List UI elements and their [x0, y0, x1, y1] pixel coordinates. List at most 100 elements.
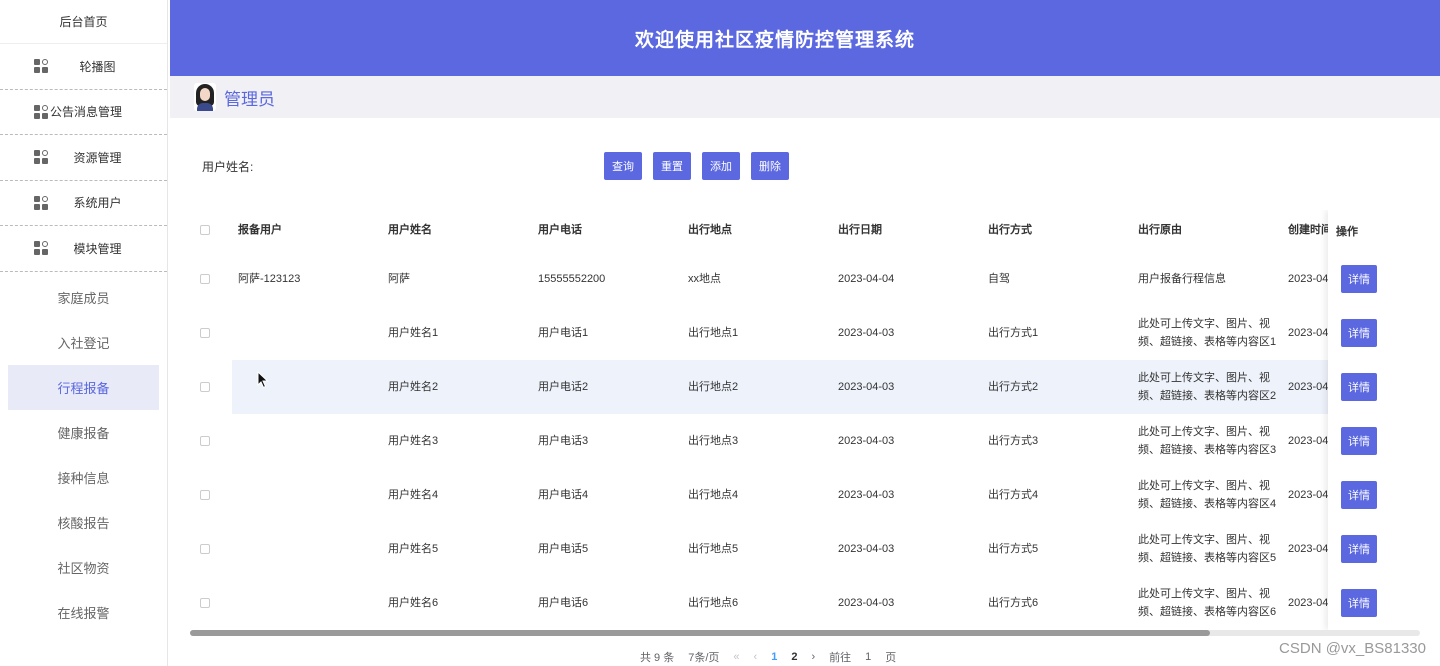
- user-avatar[interactable]: [194, 83, 216, 111]
- reset-button[interactable]: 重置: [653, 152, 691, 180]
- reason-line-1: 此处可上传文字、图片、视: [1138, 426, 1270, 438]
- cell-created: 2023-04-: [1288, 273, 1333, 285]
- scrollbar-thumb[interactable]: [190, 630, 1210, 636]
- detail-button[interactable]: 详情: [1341, 589, 1377, 617]
- row-checkbox[interactable]: [200, 598, 210, 608]
- cell-created: 2023-04-: [1288, 327, 1333, 339]
- cell-place: 出行地点4: [688, 489, 739, 501]
- cell-mode: 出行方式6: [988, 597, 1039, 609]
- cell-reason: 此处可上传文字、图片、视 频、超链接、表格等内容区2: [1138, 369, 1276, 405]
- reason-line-2: 频、超链接、表格等内容区5: [1138, 552, 1277, 564]
- detail-button[interactable]: 详情: [1341, 265, 1377, 293]
- delete-button[interactable]: 删除: [751, 152, 789, 180]
- table-row[interactable]: 用户姓名1 用户电话1 出行地点1 2023-04-03 出行方式1 2023-04- 此处…: [190, 306, 1418, 360]
- goto-page-input[interactable]: 1: [865, 651, 871, 663]
- sidebar-menu-4[interactable]: 模块管理: [0, 226, 167, 272]
- detail-button[interactable]: 详情: [1341, 373, 1377, 401]
- sidebar-submenu-item[interactable]: 社区物资: [8, 545, 159, 590]
- sidebar-submenu-item[interactable]: 健康报备: [8, 410, 159, 455]
- cell-place: 出行地点2: [688, 381, 739, 393]
- cell-name: 用户姓名2: [388, 381, 439, 393]
- cell-place: 出行地点3: [688, 435, 739, 447]
- table-row[interactable]: 用户姓名5 用户电话5 出行地点5 2023-04-03 出行方式5 2023-04- 此处…: [190, 522, 1418, 576]
- page-size-select[interactable]: 7条/页: [688, 649, 719, 665]
- row-checkbox[interactable]: [200, 436, 210, 446]
- table-row[interactable]: 用户姓名3 用户电话3 出行地点3 2023-04-03 出行方式3 2023-04- 此处…: [190, 414, 1418, 468]
- cell-name: 用户姓名5: [388, 543, 439, 555]
- row-checkbox[interactable]: [200, 544, 210, 554]
- row-checkbox[interactable]: [200, 382, 210, 392]
- sidebar-submenu-item[interactable]: 入社登记: [8, 320, 159, 365]
- cell-name: 用户姓名3: [388, 435, 439, 447]
- query-button[interactable]: 查询: [604, 152, 642, 180]
- page-2[interactable]: 2: [791, 651, 797, 663]
- detail-button[interactable]: 详情: [1341, 535, 1377, 563]
- sidebar-home[interactable]: 后台首页: [0, 0, 167, 44]
- operation-column: 操作 详情 详情 详情 详情 详情 详情 详情: [1328, 210, 1418, 630]
- detail-button[interactable]: 详情: [1341, 319, 1377, 347]
- travel-report-table: 报备用户 用户姓名 用户电话 出行地点 出行日期 出行方式 出行原由 创建时间 …: [190, 210, 1418, 630]
- username-search-input[interactable]: [312, 153, 552, 179]
- sidebar-menu-label: 公告消息管理: [50, 105, 123, 120]
- cell-reason: 此处可上传文字、图片、视 频、超链接、表格等内容区3: [1138, 423, 1276, 459]
- cell-created: 2023-04-: [1288, 381, 1333, 393]
- sidebar-menu-label: 模块管理: [73, 241, 122, 256]
- detail-button[interactable]: 详情: [1341, 427, 1377, 455]
- sidebar-menu-3[interactable]: 系统用户: [0, 181, 167, 226]
- grid-icon: [34, 195, 48, 210]
- row-checkbox[interactable]: [200, 490, 210, 500]
- row-checkbox[interactable]: [200, 328, 210, 338]
- prev-more-icon[interactable]: «: [733, 651, 739, 663]
- detail-button[interactable]: 详情: [1341, 481, 1377, 509]
- system-title: 欢迎使用社区疫情防控管理系统: [634, 29, 915, 51]
- page-1[interactable]: 1: [771, 651, 777, 663]
- reason-line-2: 频、超链接、表格等内容区1: [1138, 336, 1277, 348]
- table-row[interactable]: 用户姓名2 用户电话2 出行地点2 2023-04-03 出行方式2 2023-04- 此处…: [190, 360, 1418, 414]
- col-header-phone: 用户电话: [538, 224, 582, 236]
- sidebar-menu-2[interactable]: 资源管理: [0, 135, 167, 181]
- sidebar-submenu-item[interactable]: 核酸报告: [8, 500, 159, 545]
- cell-date: 2023-04-03: [838, 381, 895, 393]
- table-row[interactable]: 用户姓名4 用户电话4 出行地点4 2023-04-03 出行方式4 2023-04- 此处…: [190, 468, 1418, 522]
- grid-icon: [34, 59, 48, 74]
- sidebar-menu-0[interactable]: 轮播图: [0, 44, 167, 90]
- sidebar-submenu-item[interactable]: 接种信息: [8, 455, 159, 500]
- cell-date: 2023-04-03: [838, 489, 895, 501]
- grid-icon: [34, 150, 48, 165]
- cell-reason: 用户报备行程信息: [1138, 270, 1226, 288]
- cell-phone: 用户电话3: [538, 435, 589, 447]
- cell-place: 出行地点6: [688, 597, 739, 609]
- table-row[interactable]: 阿萨-123123 阿萨 15555552200 xx地点 2023-04-04 自驾 20…: [190, 252, 1418, 306]
- cell-phone: 15555552200: [538, 273, 606, 285]
- col-header-name: 用户姓名: [388, 224, 432, 236]
- pagination: 共 9 条 7条/页 « ‹ 1 2 › 前往 1 页: [640, 648, 910, 666]
- horizontal-scrollbar[interactable]: [190, 630, 1420, 636]
- prev-page-icon[interactable]: ‹: [754, 651, 758, 663]
- sidebar-submenu-item[interactable]: 家庭成员: [8, 275, 159, 320]
- cell-name: 用户姓名6: [388, 597, 439, 609]
- goto-suffix: 页: [885, 652, 897, 664]
- cell-place: 出行地点1: [688, 327, 739, 339]
- cell-mode: 出行方式5: [988, 543, 1039, 555]
- cell-reason: 此处可上传文字、图片、视 频、超链接、表格等内容区5: [1138, 531, 1276, 567]
- top-banner: 欢迎使用社区疫情防控管理系统: [170, 0, 1440, 76]
- csdn-watermark: CSDN @vx_BS81330: [1279, 640, 1426, 657]
- sidebar-menu-label: 轮播图: [79, 59, 116, 74]
- reason-line-1: 此处可上传文字、图片、视: [1138, 372, 1270, 384]
- cell-place: xx地点: [688, 273, 721, 285]
- cell-date: 2023-04-03: [838, 543, 895, 555]
- goto-label: 前往: [829, 652, 852, 664]
- reason-line-1: 此处可上传文字、图片、视: [1138, 480, 1270, 492]
- select-all-checkbox[interactable]: [200, 225, 210, 235]
- sidebar-submenu-item[interactable]: 在线报警: [8, 590, 159, 635]
- next-page-icon[interactable]: ›: [811, 651, 815, 663]
- cell-place: 出行地点5: [688, 543, 739, 555]
- sidebar-submenu-item[interactable]: 行程报备: [8, 364, 159, 410]
- total-count: 共 9 条: [640, 652, 675, 664]
- add-button[interactable]: 添加: [702, 152, 740, 180]
- user-name[interactable]: 管理员: [224, 85, 275, 110]
- cell-mode: 出行方式3: [988, 435, 1039, 447]
- table-row[interactable]: 用户姓名6 用户电话6 出行地点6 2023-04-03 出行方式6 2023-04- 此处…: [190, 576, 1418, 630]
- sidebar-menu-1[interactable]: 公告消息管理: [0, 90, 167, 135]
- row-checkbox[interactable]: [200, 274, 210, 284]
